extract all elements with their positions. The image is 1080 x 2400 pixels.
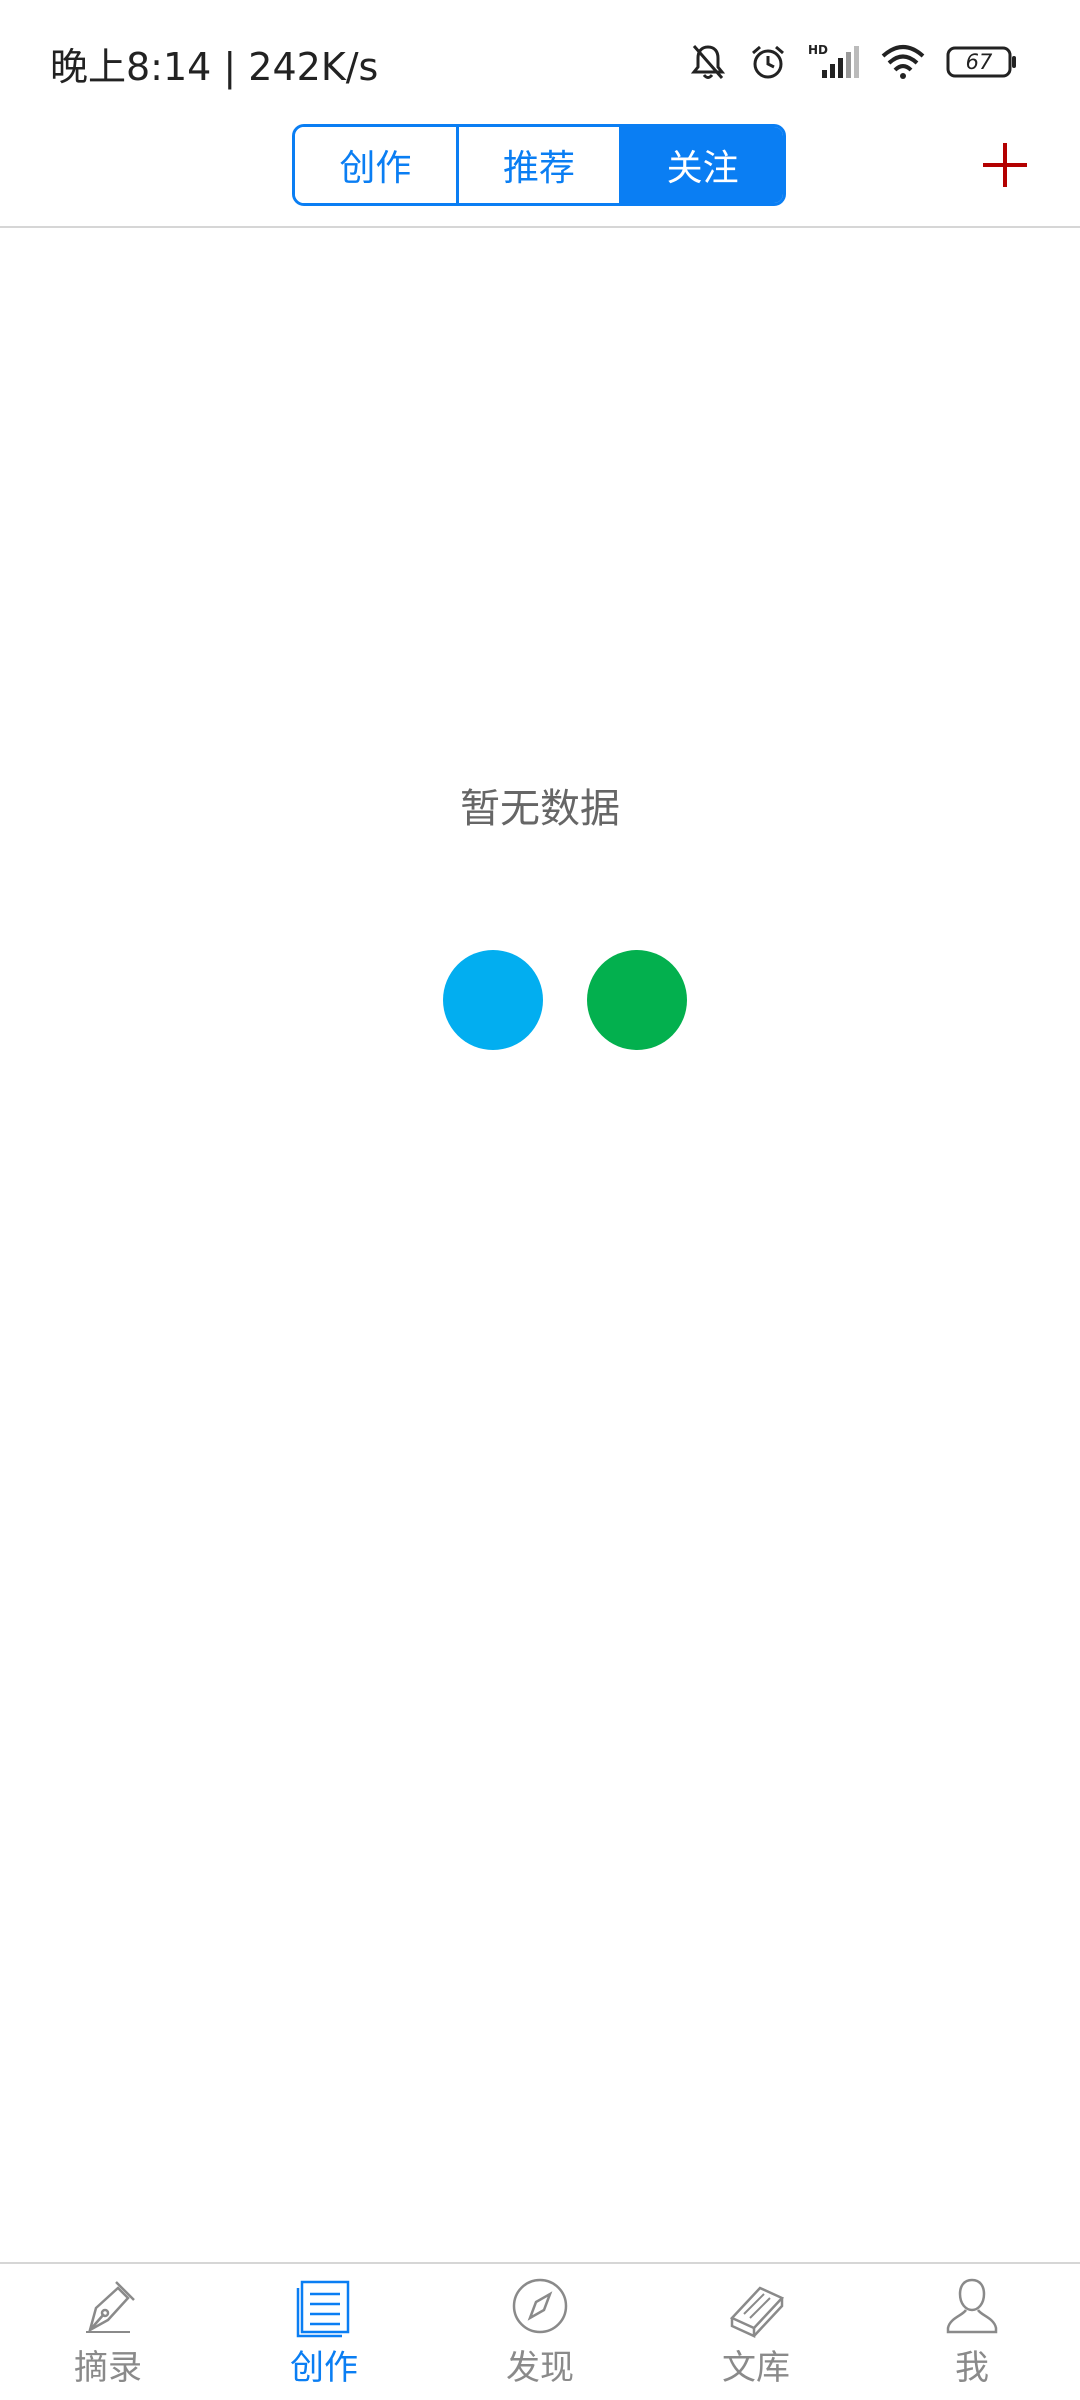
nav-item-library[interactable]: 文库 xyxy=(648,2264,864,2400)
empty-state-text: 暂无数据 xyxy=(460,786,620,832)
battery-level: 67 xyxy=(965,50,993,74)
compass-icon xyxy=(512,2278,568,2334)
bottom-nav: 摘录 创作 发现 文库 我 xyxy=(0,2262,1080,2400)
tab-create[interactable]: 创作 xyxy=(295,127,456,203)
status-time-speed: 晚上8:14 | 242K/s xyxy=(50,45,379,89)
top-header: 创作 推荐 关注 xyxy=(0,118,1080,228)
nav-item-excerpt[interactable]: 摘录 xyxy=(0,2264,216,2400)
hd-signal-icon: HD xyxy=(808,42,860,82)
loader-dot-green xyxy=(587,950,687,1050)
loader-dot-blue xyxy=(443,950,543,1050)
nav-item-discover[interactable]: 发现 xyxy=(432,2264,648,2400)
nav-item-create[interactable]: 创作 xyxy=(216,2264,432,2400)
loading-indicator xyxy=(443,950,687,1052)
battery-icon: 67 xyxy=(946,45,1018,79)
alarm-icon xyxy=(748,42,788,82)
wifi-icon xyxy=(880,42,926,82)
plus-icon xyxy=(983,143,1027,187)
user-icon xyxy=(946,2278,998,2334)
screen: 晚上8:14 | 242K/s HD 67 创作 推荐 关注 暂无数据 摘录 创… xyxy=(0,0,1080,2400)
tab-recommend[interactable]: 推荐 xyxy=(455,127,620,203)
segmented-tabs: 创作 推荐 关注 xyxy=(292,124,786,206)
bell-muted-icon xyxy=(688,42,728,82)
pen-nib-icon xyxy=(86,2281,135,2333)
nav-label-excerpt: 摘录 xyxy=(74,2348,142,2388)
document-icon xyxy=(296,2280,350,2338)
status-icons: HD 67 xyxy=(688,40,1018,84)
svg-text:HD: HD xyxy=(808,43,828,57)
nav-label-create: 创作 xyxy=(290,2348,358,2388)
nav-label-me: 我 xyxy=(955,2348,989,2388)
tab-follow[interactable]: 关注 xyxy=(619,127,783,203)
nav-label-discover: 发现 xyxy=(506,2348,574,2388)
add-button[interactable] xyxy=(980,140,1030,190)
status-bar: 晚上8:14 | 242K/s HD 67 xyxy=(0,0,1080,118)
nav-label-library: 文库 xyxy=(722,2348,790,2388)
nav-item-me[interactable]: 我 xyxy=(864,2264,1080,2400)
books-icon xyxy=(729,2286,785,2338)
